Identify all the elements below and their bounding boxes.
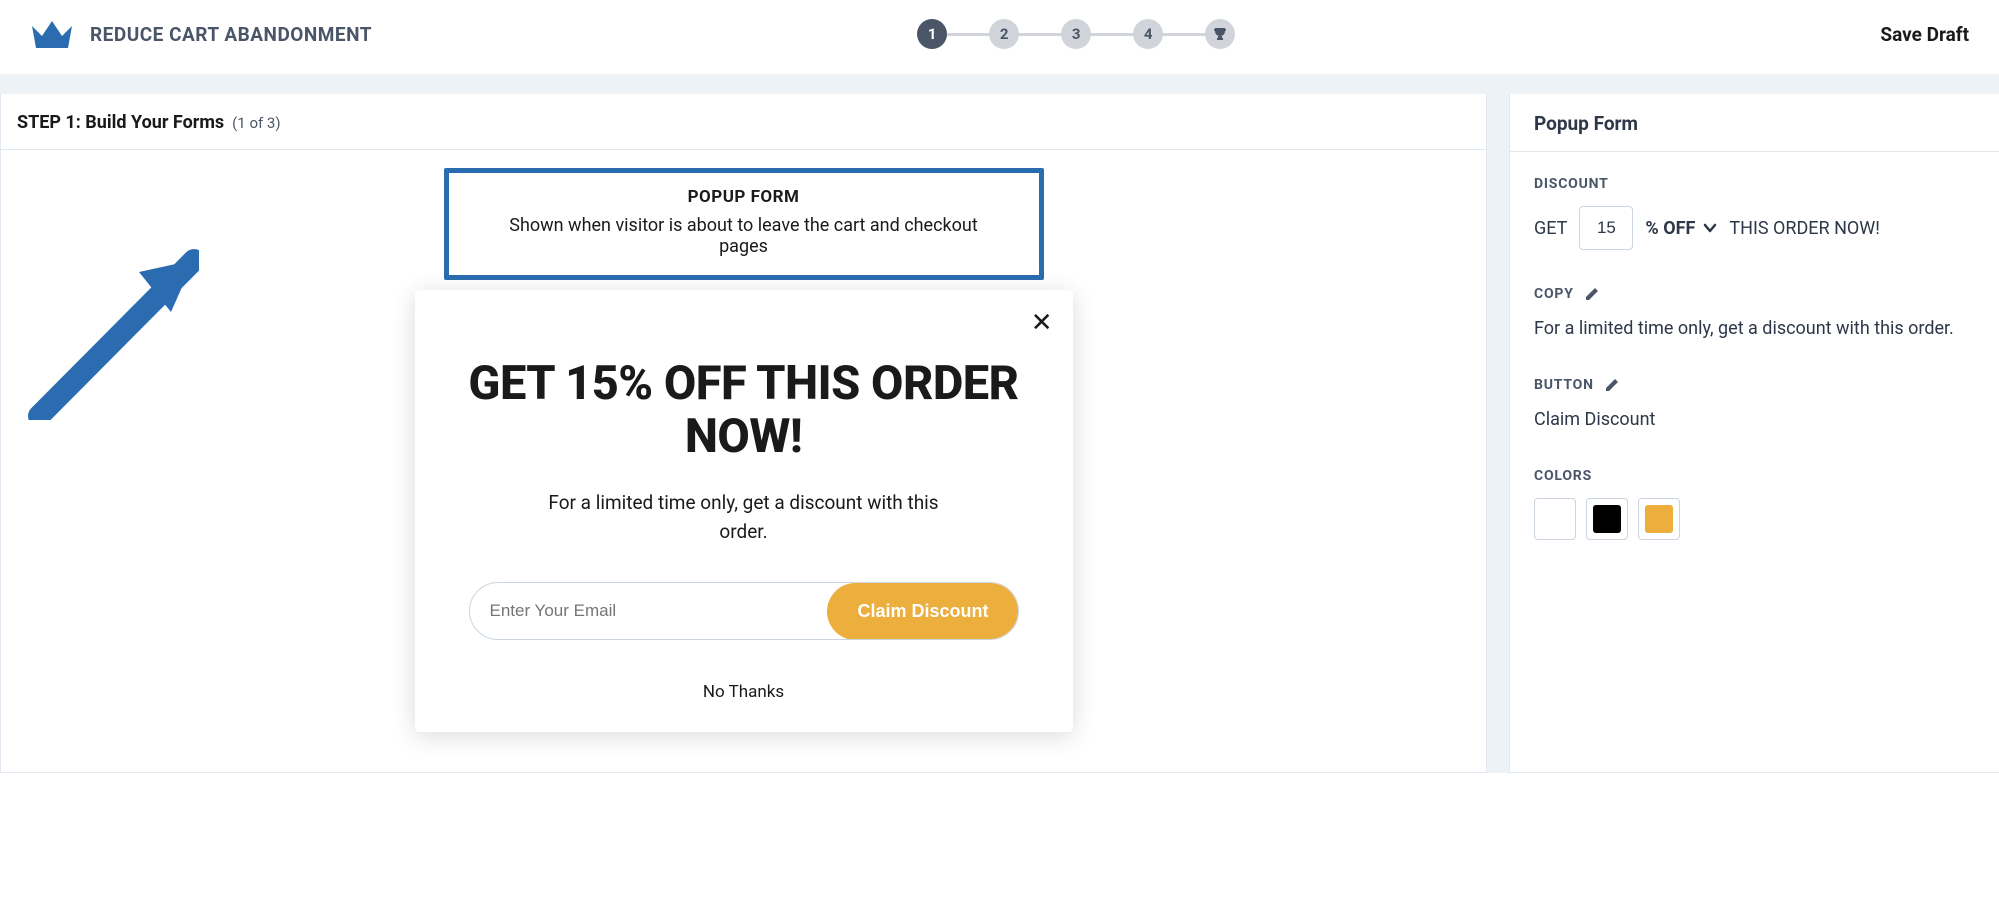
side-panel: Popup Form DISCOUNT GET % OFF THIS ORDER… <box>1509 94 1999 773</box>
step-count: (1 of 3) <box>232 114 280 132</box>
email-input[interactable] <box>470 583 829 639</box>
step-1[interactable]: 1 <box>917 19 947 49</box>
discount-unit-label: % OFF <box>1645 218 1695 239</box>
discount-label: DISCOUNT <box>1534 176 1975 192</box>
step-connector <box>1163 33 1205 36</box>
crown-icon <box>30 18 74 50</box>
side-panel-body: DISCOUNT GET % OFF THIS ORDER NOW! COPY … <box>1510 152 1999 600</box>
copy-value: For a limited time only, get a discount … <box>1534 316 1975 341</box>
stepper: 1 2 3 4 <box>917 19 1235 49</box>
popup-headline: GET 15% OFF THIS ORDER NOW! <box>445 358 1043 463</box>
copy-label: COPY <box>1534 286 1574 302</box>
main-content: POPUP FORM Shown when visitor is about t… <box>1 150 1486 772</box>
step-title: STEP 1: Build Your Forms <box>17 112 224 133</box>
close-icon[interactable]: ✕ <box>1031 310 1053 336</box>
main-panel-header: STEP 1: Build Your Forms (1 of 3) <box>1 94 1486 150</box>
color-swatch-1[interactable] <box>1534 498 1576 540</box>
no-thanks-link[interactable]: No Thanks <box>445 682 1043 702</box>
header: REDUCE CART ABANDONMENT 1 2 3 4 Save Dra… <box>0 0 1999 74</box>
popup-preview: ✕ GET 15% OFF THIS ORDER NOW! For a limi… <box>415 290 1073 732</box>
pencil-icon[interactable] <box>1604 377 1620 393</box>
colors-label: COLORS <box>1534 468 1975 484</box>
color-swatches <box>1534 498 1975 540</box>
colors-section: COLORS <box>1534 468 1975 540</box>
discount-unit-select[interactable]: % OFF <box>1645 218 1717 239</box>
color-swatch-3[interactable] <box>1638 498 1680 540</box>
popup-copy: For a limited time only, get a discount … <box>445 489 1043 546</box>
save-draft-button[interactable]: Save Draft <box>1880 23 1969 46</box>
separator <box>0 74 1999 94</box>
step-connector <box>947 33 989 36</box>
discount-row: GET % OFF THIS ORDER NOW! <box>1534 206 1975 250</box>
step-2[interactable]: 2 <box>989 19 1019 49</box>
layout: STEP 1: Build Your Forms (1 of 3) POPUP … <box>0 94 1999 773</box>
side-panel-header: Popup Form <box>1510 94 1999 152</box>
popup-input-row: Claim Discount <box>469 582 1019 640</box>
claim-discount-button[interactable]: Claim Discount <box>827 583 1018 640</box>
side-panel-title: Popup Form <box>1534 112 1975 135</box>
form-selector-desc: Shown when visitor is about to leave the… <box>489 215 999 257</box>
color-swatch-2[interactable] <box>1586 498 1628 540</box>
main-panel: STEP 1: Build Your Forms (1 of 3) POPUP … <box>0 94 1487 773</box>
trophy-icon <box>1212 26 1228 42</box>
step-connector <box>1019 33 1061 36</box>
copy-section: COPY For a limited time only, get a disc… <box>1534 286 1975 341</box>
pencil-icon[interactable] <box>1584 286 1600 302</box>
form-selector-title: POPUP FORM <box>489 187 999 207</box>
page-title: REDUCE CART ABANDONMENT <box>90 23 372 46</box>
step-connector <box>1091 33 1133 36</box>
header-left: REDUCE CART ABANDONMENT <box>30 18 372 50</box>
chevron-down-icon <box>1703 221 1717 235</box>
step-4[interactable]: 4 <box>1133 19 1163 49</box>
step-3[interactable]: 3 <box>1061 19 1091 49</box>
step-final[interactable] <box>1205 19 1235 49</box>
arrow-annotation-icon <box>19 220 199 420</box>
swatch-color <box>1593 505 1621 533</box>
discount-suffix-text: THIS ORDER NOW! <box>1729 218 1880 239</box>
button-section: BUTTON Claim Discount <box>1534 377 1975 432</box>
discount-get-text: GET <box>1534 218 1567 239</box>
button-label: BUTTON <box>1534 377 1594 393</box>
swatch-color <box>1645 505 1673 533</box>
popup-form-selector[interactable]: POPUP FORM Shown when visitor is about t… <box>444 168 1044 280</box>
discount-value-input[interactable] <box>1579 206 1633 250</box>
button-value: Claim Discount <box>1534 407 1975 432</box>
swatch-color <box>1541 505 1569 533</box>
